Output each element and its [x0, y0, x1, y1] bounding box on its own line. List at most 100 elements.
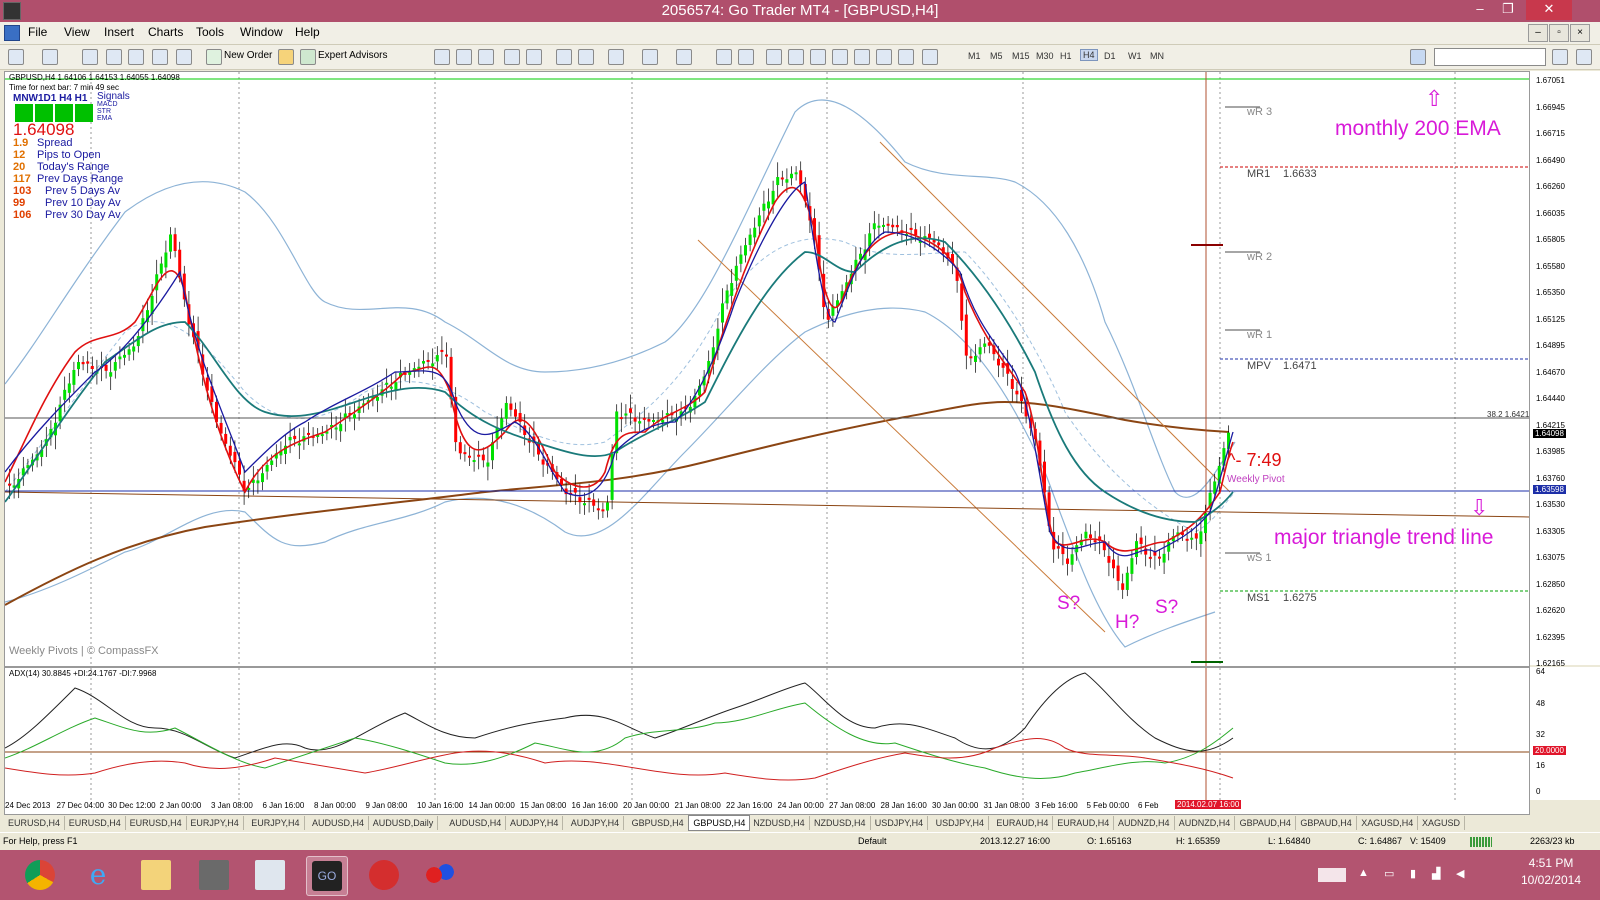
- menu-view[interactable]: View: [64, 25, 90, 39]
- chart-tab[interactable]: USDJPY,H4: [871, 816, 929, 830]
- adx-indicator-panel[interactable]: ADX(14) 30.8845 +DI:24.1767 -DI:7.9968: [4, 667, 1530, 802]
- action-center-icon[interactable]: ▭: [1384, 867, 1394, 880]
- app-taskbar-button[interactable]: [420, 856, 460, 894]
- chart-tab[interactable]: EURUSD,H4: [126, 816, 187, 830]
- data-window-icon[interactable]: [106, 49, 122, 65]
- menu-window[interactable]: Window: [240, 25, 283, 39]
- chart-tab[interactable]: NZDUSD,H4: [810, 816, 871, 830]
- text-label-icon[interactable]: [898, 49, 914, 65]
- menu-charts[interactable]: Charts: [148, 25, 183, 39]
- chart-tab[interactable]: GBPAUD,H4: [1236, 816, 1296, 830]
- chart-tab[interactable]: AUDNZD,H4: [1114, 816, 1175, 830]
- menu-help[interactable]: Help: [295, 25, 320, 39]
- chart-tab[interactable]: EURAUD,H4: [992, 816, 1054, 830]
- chart-shift-icon[interactable]: [578, 49, 594, 65]
- market-watch-icon[interactable]: [82, 49, 98, 65]
- chart-tab[interactable]: GBPUSD,H4: [628, 816, 689, 830]
- zoom-out-icon[interactable]: [526, 49, 542, 65]
- horizontal-line-icon[interactable]: [788, 49, 804, 65]
- mdi-restore-button[interactable]: ▫: [1549, 24, 1569, 42]
- trendline-icon[interactable]: [810, 49, 826, 65]
- tray-expand-icon[interactable]: ▲: [1358, 867, 1369, 879]
- channel-icon[interactable]: [832, 49, 848, 65]
- price-chart[interactable]: GBPUSD,H4 1.64106 1.64153 1.64055 1.6409…: [4, 71, 1534, 667]
- menu-file[interactable]: File: [28, 25, 47, 39]
- zoom-in-icon[interactable]: [504, 49, 520, 65]
- timeframe-mn[interactable]: MN: [1150, 51, 1164, 61]
- cursor-icon[interactable]: [716, 49, 732, 65]
- minimize-button[interactable]: –: [1466, 0, 1494, 20]
- metaeditor-icon[interactable]: [278, 49, 294, 65]
- new-order-button[interactable]: New Order: [224, 50, 272, 61]
- chrome-taskbar-button[interactable]: [20, 856, 60, 894]
- new-chart-icon[interactable]: [8, 49, 24, 65]
- chart-tab[interactable]: GBPAUD,H4: [1296, 816, 1357, 830]
- chart-tab[interactable]: AUDNZD,H4: [1175, 816, 1236, 830]
- crosshair-icon[interactable]: [738, 49, 754, 65]
- community-icon[interactable]: [1576, 49, 1592, 65]
- line-chart-icon[interactable]: [478, 49, 494, 65]
- close-button[interactable]: ✕: [1526, 0, 1572, 20]
- search-input[interactable]: [1434, 48, 1546, 66]
- chart-tab[interactable]: EURUSD,H4: [4, 816, 66, 830]
- expert-advisors-icon[interactable]: [300, 49, 316, 65]
- chart-tab[interactable]: NZDUSD,H4: [749, 816, 810, 830]
- chart-tab[interactable]: AUDJPY,H4: [506, 816, 564, 830]
- keyboard-icon[interactable]: [1318, 868, 1346, 882]
- chart-window-icon[interactable]: [4, 25, 20, 41]
- timeframe-m5[interactable]: M5: [990, 51, 1003, 61]
- bar-chart-icon[interactable]: [434, 49, 450, 65]
- chart-tab[interactable]: EURJPY,H4: [247, 816, 305, 830]
- chart-tab[interactable]: EURUSD,H4: [65, 816, 126, 830]
- vertical-line-icon[interactable]: [766, 49, 782, 65]
- navigator-icon[interactable]: [128, 49, 144, 65]
- power-icon[interactable]: ▮: [1410, 867, 1416, 880]
- ie-taskbar-button[interactable]: e: [78, 856, 118, 894]
- candlestick-icon[interactable]: [456, 49, 472, 65]
- new-order-icon[interactable]: [206, 49, 222, 65]
- fibonacci-icon[interactable]: [854, 49, 870, 65]
- chart-tab[interactable]: AUDUSD,Daily: [369, 816, 439, 830]
- expert-advisors-button[interactable]: Expert Advisors: [318, 50, 387, 61]
- timeframe-h1[interactable]: H1: [1060, 51, 1072, 61]
- profiles-icon[interactable]: [42, 49, 58, 65]
- timeframe-d1[interactable]: D1: [1104, 51, 1116, 61]
- chart-tab[interactable]: AUDJPY,H4: [567, 816, 625, 830]
- timeframe-m1[interactable]: M1: [968, 51, 981, 61]
- chart-tab[interactable]: AUDUSD,H4: [445, 816, 507, 830]
- network-icon[interactable]: ▟: [1432, 867, 1440, 880]
- go-trader-taskbar-button[interactable]: GO: [306, 856, 348, 896]
- chart-tab[interactable]: EURJPY,H4: [186, 816, 244, 830]
- indicators-icon[interactable]: [608, 49, 624, 65]
- tester-icon[interactable]: [176, 49, 192, 65]
- timeframe-m15[interactable]: M15: [1012, 51, 1030, 61]
- auto-scroll-icon[interactable]: [556, 49, 572, 65]
- clock[interactable]: 4:51 PM 10/02/2014: [1506, 855, 1596, 889]
- menu-tools[interactable]: Tools: [196, 25, 224, 39]
- chart-tab[interactable]: GBPUSD,H4: [688, 815, 751, 831]
- chart-tab[interactable]: XAGUSD: [1418, 816, 1466, 830]
- timeframe-w1[interactable]: W1: [1128, 51, 1142, 61]
- timeframe-m30[interactable]: M30: [1036, 51, 1054, 61]
- terminal-icon[interactable]: [152, 49, 168, 65]
- chart-tab[interactable]: AUDUSD,H4: [308, 816, 370, 830]
- menu-insert[interactable]: Insert: [104, 25, 134, 39]
- tool-taskbar-button[interactable]: [194, 856, 234, 894]
- arrows-icon[interactable]: [922, 49, 938, 65]
- templates-icon[interactable]: [676, 49, 692, 65]
- settings-icon[interactable]: [1410, 49, 1426, 65]
- text-icon[interactable]: [876, 49, 892, 65]
- chart-tab[interactable]: EURAUD,H4: [1053, 816, 1115, 830]
- chart-tab[interactable]: XAGUSD,H4: [1357, 816, 1419, 830]
- volume-icon[interactable]: ◀: [1456, 867, 1464, 880]
- explorer-taskbar-button[interactable]: [136, 856, 176, 894]
- mt-taskbar-button[interactable]: [364, 856, 404, 894]
- mdi-close-button[interactable]: ×: [1570, 24, 1590, 42]
- maximize-button[interactable]: ❐: [1494, 0, 1522, 20]
- timeframe-h4[interactable]: H4: [1080, 49, 1098, 61]
- connection-status-icon[interactable]: [1470, 837, 1492, 847]
- mdi-minimize-button[interactable]: –: [1528, 24, 1548, 42]
- chart-tab[interactable]: USDJPY,H4: [932, 816, 989, 830]
- search-icon[interactable]: [1552, 49, 1568, 65]
- calculator-taskbar-button[interactable]: [250, 856, 290, 894]
